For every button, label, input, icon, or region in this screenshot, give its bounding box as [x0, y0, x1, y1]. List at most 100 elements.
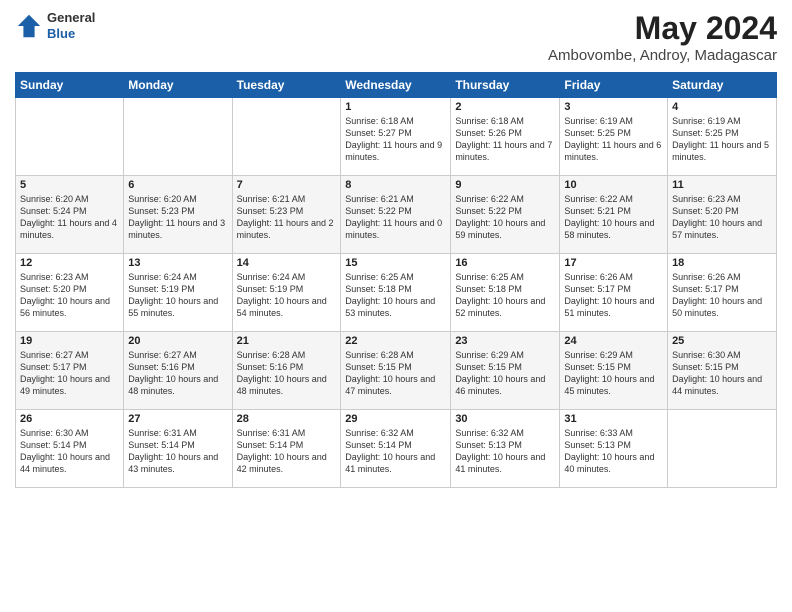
location: Ambovombe, Androy, Madagascar	[548, 47, 777, 64]
list-item	[16, 98, 124, 176]
day-info: Sunrise: 6:30 AM Sunset: 5:15 PM Dayligh…	[672, 349, 772, 398]
list-item: 15 Sunrise: 6:25 AM Sunset: 5:18 PM Dayli…	[341, 254, 451, 332]
list-item: 11 Sunrise: 6:23 AM Sunset: 5:20 PM Dayli…	[668, 176, 777, 254]
list-item: 28Sunrise: 6:31 AM Sunset: 5:14 PM Dayli…	[232, 410, 341, 488]
logo-blue: Blue	[47, 26, 95, 42]
day-number: 30	[455, 413, 555, 425]
day-number: 9	[455, 179, 555, 191]
list-item: 19 Sunrise: 6:27 AM Sunset: 5:17 PM Dayli…	[16, 332, 124, 410]
list-item: 13 Sunrise: 6:24 AM Sunset: 5:19 PM Dayli…	[124, 254, 232, 332]
day-number: 25	[672, 335, 772, 347]
logo: General Blue	[15, 10, 95, 41]
day-info: Sunrise: 6:24 AM Sunset: 5:19 PM Dayligh…	[128, 271, 227, 320]
day-info: Sunrise: 6:28 AM Sunset: 5:15 PM Dayligh…	[345, 349, 446, 398]
day-info: Sunrise: 6:27 AM Sunset: 5:17 PM Dayligh…	[20, 349, 119, 398]
list-item: 16 Sunrise: 6:25 AM Sunset: 5:18 PM Dayli…	[451, 254, 560, 332]
month-title: May 2024	[548, 10, 777, 47]
day-number: 1	[345, 101, 446, 113]
list-item: 24 Sunrise: 6:29 AM Sunset: 5:15 PM Dayli…	[560, 332, 668, 410]
day-info: Sunrise: 6:23 AM Sunset: 5:20 PM Dayligh…	[672, 193, 772, 242]
day-number: 4	[672, 101, 772, 113]
day-number: 12	[20, 257, 119, 269]
day-info: Sunrise: 6:19 AM Sunset: 5:25 PM Dayligh…	[672, 115, 772, 164]
logo-text: General Blue	[47, 10, 95, 41]
day-info: Sunrise: 6:32 AM Sunset: 5:13 PM Dayligh…	[455, 427, 555, 476]
day-number: 3	[564, 101, 663, 113]
day-info: Sunrise: 6:19 AM Sunset: 5:25 PM Dayligh…	[564, 115, 663, 164]
day-number: 19	[20, 335, 119, 347]
col-saturday: Saturday	[668, 73, 777, 98]
day-info: Sunrise: 6:30 AM Sunset: 5:14 PM Dayligh…	[20, 427, 119, 476]
list-item	[232, 98, 341, 176]
day-number: 26	[20, 413, 119, 425]
list-item: 29Sunrise: 6:32 AM Sunset: 5:14 PM Dayli…	[341, 410, 451, 488]
logo-general: General	[47, 10, 95, 26]
list-item: 22Sunrise: 6:28 AM Sunset: 5:15 PM Dayli…	[341, 332, 451, 410]
list-item: 17Sunrise: 6:26 AM Sunset: 5:17 PM Dayli…	[560, 254, 668, 332]
day-number: 23	[455, 335, 555, 347]
col-sunday: Sunday	[16, 73, 124, 98]
list-item	[124, 98, 232, 176]
day-number: 6	[128, 179, 227, 191]
day-info: Sunrise: 6:18 AM Sunset: 5:27 PM Dayligh…	[345, 115, 446, 164]
day-number: 29	[345, 413, 446, 425]
list-item: 25 Sunrise: 6:30 AM Sunset: 5:15 PM Dayli…	[668, 332, 777, 410]
day-info: Sunrise: 6:22 AM Sunset: 5:21 PM Dayligh…	[564, 193, 663, 242]
day-info: Sunrise: 6:31 AM Sunset: 5:14 PM Dayligh…	[128, 427, 227, 476]
day-number: 10	[564, 179, 663, 191]
day-number: 20	[128, 335, 227, 347]
day-info: Sunrise: 6:29 AM Sunset: 5:15 PM Dayligh…	[564, 349, 663, 398]
day-info: Sunrise: 6:21 AM Sunset: 5:22 PM Dayligh…	[345, 193, 446, 242]
day-info: Sunrise: 6:24 AM Sunset: 5:19 PM Dayligh…	[237, 271, 337, 320]
day-number: 11	[672, 179, 772, 191]
list-item: 3 Sunrise: 6:19 AM Sunset: 5:25 PM Daylig…	[560, 98, 668, 176]
logo-icon	[15, 12, 43, 40]
day-info: Sunrise: 6:31 AM Sunset: 5:14 PM Dayligh…	[237, 427, 337, 476]
col-monday: Monday	[124, 73, 232, 98]
table-row: 26 Sunrise: 6:30 AM Sunset: 5:14 PM Dayli…	[16, 410, 777, 488]
col-wednesday: Wednesday	[341, 73, 451, 98]
list-item: 14 Sunrise: 6:24 AM Sunset: 5:19 PM Dayli…	[232, 254, 341, 332]
list-item: 23 Sunrise: 6:29 AM Sunset: 5:15 PM Dayli…	[451, 332, 560, 410]
day-number: 24	[564, 335, 663, 347]
header: General Blue May 2024 Ambovombe, Androy,…	[15, 10, 777, 64]
day-number: 13	[128, 257, 227, 269]
list-item	[668, 410, 777, 488]
list-item: 2Sunrise: 6:18 AM Sunset: 5:26 PM Daylig…	[451, 98, 560, 176]
day-number: 31	[564, 413, 663, 425]
day-number: 7	[237, 179, 337, 191]
list-item: 6 Sunrise: 6:20 AM Sunset: 5:23 PM Daylig…	[124, 176, 232, 254]
list-item: 5Sunrise: 6:20 AM Sunset: 5:24 PM Daylig…	[16, 176, 124, 254]
day-number: 16	[455, 257, 555, 269]
day-info: Sunrise: 6:25 AM Sunset: 5:18 PM Dayligh…	[345, 271, 446, 320]
list-item: 8 Sunrise: 6:21 AM Sunset: 5:22 PM Daylig…	[341, 176, 451, 254]
day-info: Sunrise: 6:27 AM Sunset: 5:16 PM Dayligh…	[128, 349, 227, 398]
page: General Blue May 2024 Ambovombe, Androy,…	[0, 0, 792, 612]
list-item: 1 Sunrise: 6:18 AM Sunset: 5:27 PM Daylig…	[341, 98, 451, 176]
day-info: Sunrise: 6:25 AM Sunset: 5:18 PM Dayligh…	[455, 271, 555, 320]
day-number: 15	[345, 257, 446, 269]
table-row: 19 Sunrise: 6:27 AM Sunset: 5:17 PM Dayli…	[16, 332, 777, 410]
day-info: Sunrise: 6:33 AM Sunset: 5:13 PM Dayligh…	[564, 427, 663, 476]
day-number: 27	[128, 413, 227, 425]
list-item: 26 Sunrise: 6:30 AM Sunset: 5:14 PM Dayli…	[16, 410, 124, 488]
list-item: 30 Sunrise: 6:32 AM Sunset: 5:13 PM Dayli…	[451, 410, 560, 488]
day-number: 21	[237, 335, 337, 347]
day-info: Sunrise: 6:22 AM Sunset: 5:22 PM Dayligh…	[455, 193, 555, 242]
day-number: 17	[564, 257, 663, 269]
col-friday: Friday	[560, 73, 668, 98]
day-info: Sunrise: 6:20 AM Sunset: 5:23 PM Dayligh…	[128, 193, 227, 242]
calendar: Sunday Monday Tuesday Wednesday Thursday…	[15, 72, 777, 488]
day-info: Sunrise: 6:18 AM Sunset: 5:26 PM Dayligh…	[455, 115, 555, 164]
col-thursday: Thursday	[451, 73, 560, 98]
day-number: 14	[237, 257, 337, 269]
header-row: Sunday Monday Tuesday Wednesday Thursday…	[16, 73, 777, 98]
col-tuesday: Tuesday	[232, 73, 341, 98]
day-info: Sunrise: 6:20 AM Sunset: 5:24 PM Dayligh…	[20, 193, 119, 242]
list-item: 31 Sunrise: 6:33 AM Sunset: 5:13 PM Dayli…	[560, 410, 668, 488]
day-info: Sunrise: 6:26 AM Sunset: 5:17 PM Dayligh…	[672, 271, 772, 320]
day-number: 8	[345, 179, 446, 191]
list-item: 20 Sunrise: 6:27 AM Sunset: 5:16 PM Dayli…	[124, 332, 232, 410]
day-info: Sunrise: 6:29 AM Sunset: 5:15 PM Dayligh…	[455, 349, 555, 398]
list-item: 4 Sunrise: 6:19 AM Sunset: 5:25 PM Daylig…	[668, 98, 777, 176]
